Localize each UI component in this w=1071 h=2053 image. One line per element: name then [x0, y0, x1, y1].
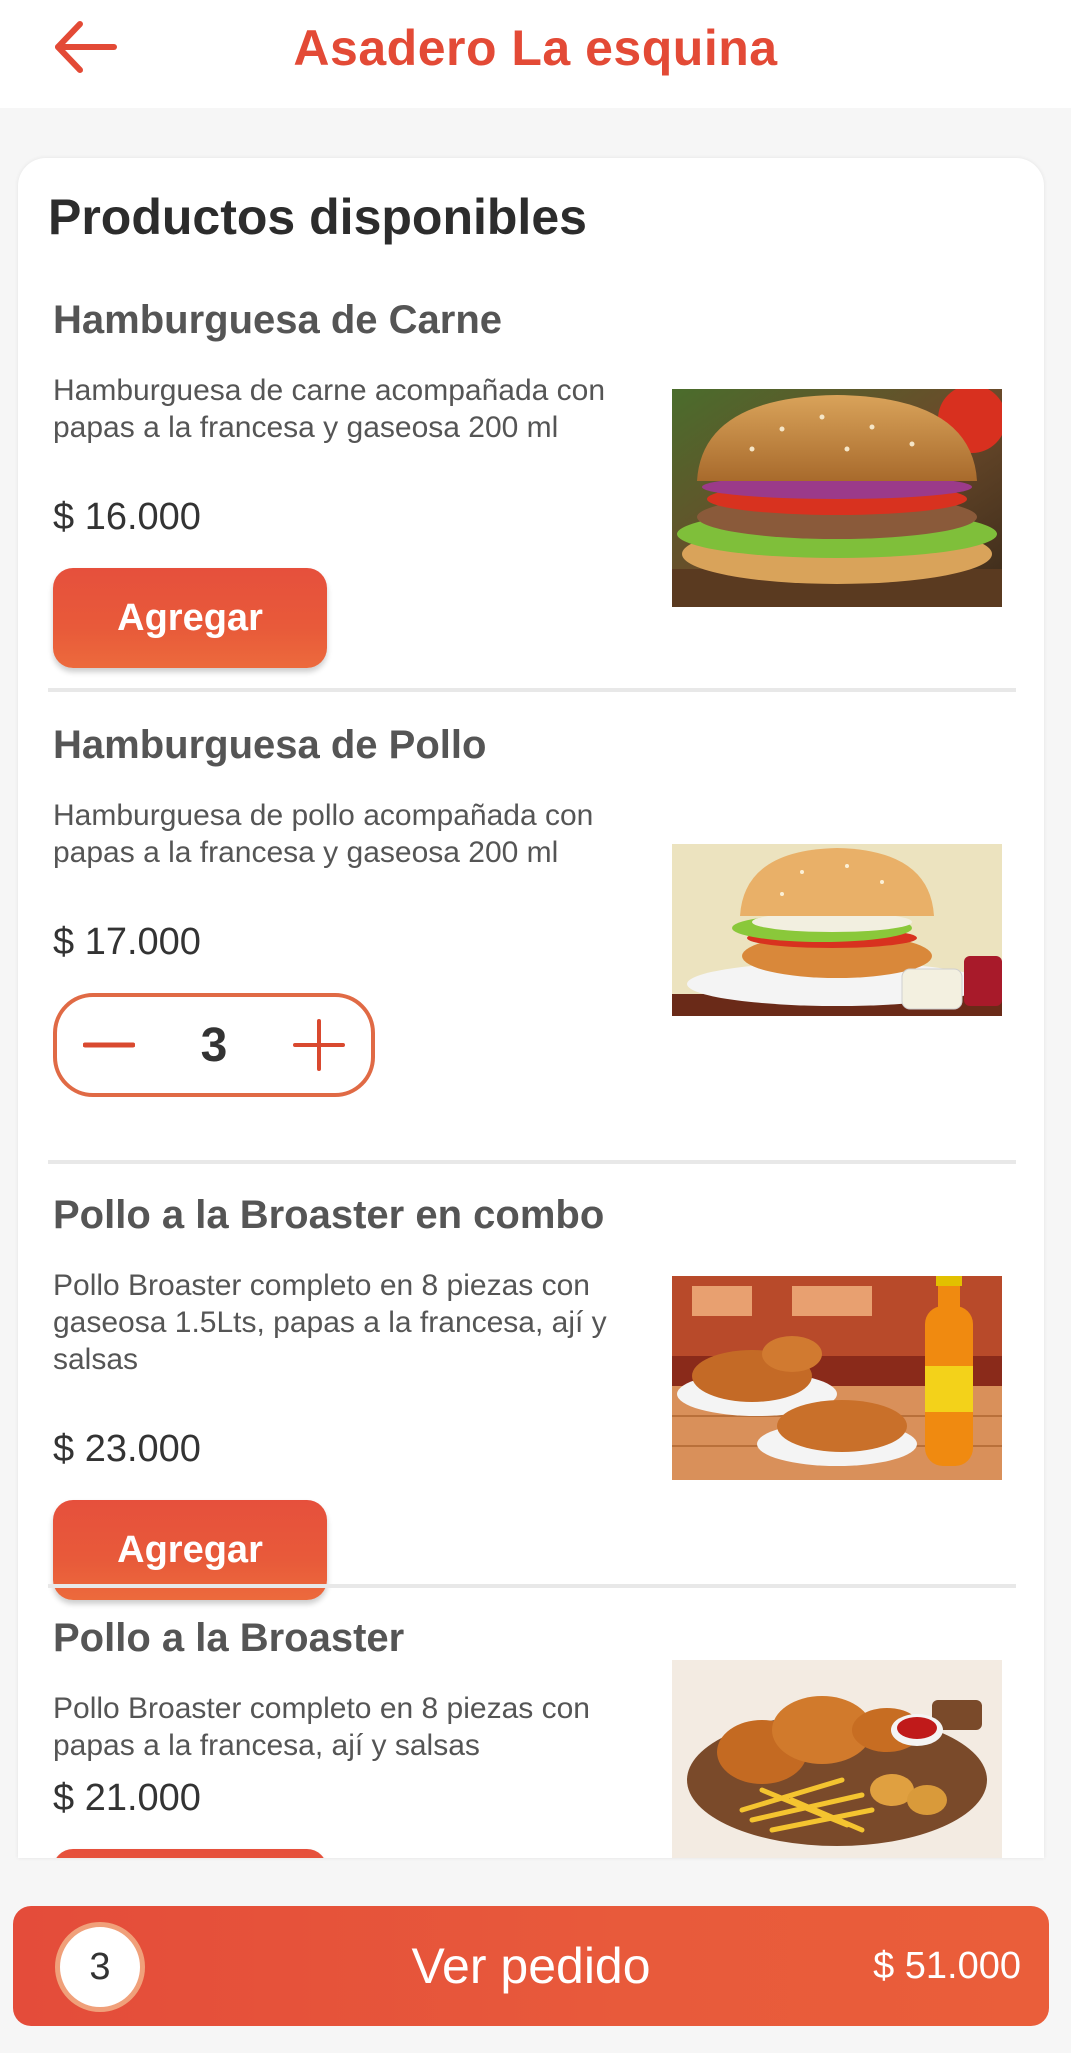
product-name: Hamburguesa de Pollo — [53, 723, 487, 767]
broaster-platter-image[interactable] — [672, 1660, 1002, 1858]
product-name: Pollo a la Broaster en combo — [53, 1193, 605, 1237]
product-list-card: Productos disponibles Hamburguesa de Car… — [18, 158, 1044, 1858]
view-order-button[interactable]: 3 Ver pedido $ 51.000 — [13, 1906, 1049, 2026]
product-item: Hamburguesa de Carne Hamburguesa de carn… — [18, 298, 1044, 678]
product-price: $ 23.000 — [53, 1428, 201, 1470]
product-description: Pollo Broaster completo en 8 piezas con … — [53, 1269, 607, 1376]
divider — [48, 688, 1016, 692]
product-description: Pollo Broaster completo en 8 piezas con … — [53, 1692, 590, 1762]
chicken-burger-image[interactable] — [672, 844, 1002, 1016]
beef-burger-image[interactable] — [672, 389, 1002, 607]
arrow-left-icon — [55, 21, 117, 73]
product-item: Pollo a la Broaster Pollo Broaster compl… — [18, 1616, 1044, 1858]
product-item: Pollo a la Broaster en combo Pollo Broas… — [18, 1193, 1044, 1600]
product-name: Pollo a la Broaster — [53, 1616, 405, 1660]
increase-button[interactable] — [289, 1015, 349, 1075]
product-description: Hamburguesa de carne acompañada con papa… — [53, 374, 606, 444]
divider — [48, 1160, 1016, 1164]
minus-icon — [83, 1042, 135, 1048]
product-item: Hamburguesa de Pollo Hamburguesa de poll… — [18, 723, 1044, 1103]
quantity-stepper: 3 — [53, 993, 375, 1097]
product-price: $ 21.000 — [53, 1777, 201, 1819]
section-title: Productos disponibles — [48, 189, 587, 245]
product-name: Hamburguesa de Carne — [53, 298, 503, 342]
add-button[interactable]: Agregar — [53, 568, 327, 668]
decrease-button[interactable] — [79, 1015, 139, 1075]
quantity-value: 3 — [200, 1018, 228, 1072]
broaster-combo-image[interactable] — [672, 1276, 1002, 1480]
back-button[interactable] — [46, 12, 122, 82]
app-header: Asadero La esquina — [0, 0, 1071, 108]
product-description: Hamburguesa de pollo acompañada con papa… — [53, 799, 594, 869]
page-title: Asadero La esquina — [293, 20, 778, 76]
product-price: $ 17.000 — [53, 921, 201, 963]
add-button[interactable] — [53, 1849, 327, 1858]
divider — [48, 1584, 1016, 1588]
plus-icon — [292, 1019, 345, 1071]
product-price: $ 16.000 — [53, 496, 201, 538]
cart-total: $ 51.000 — [873, 1944, 1021, 1987]
